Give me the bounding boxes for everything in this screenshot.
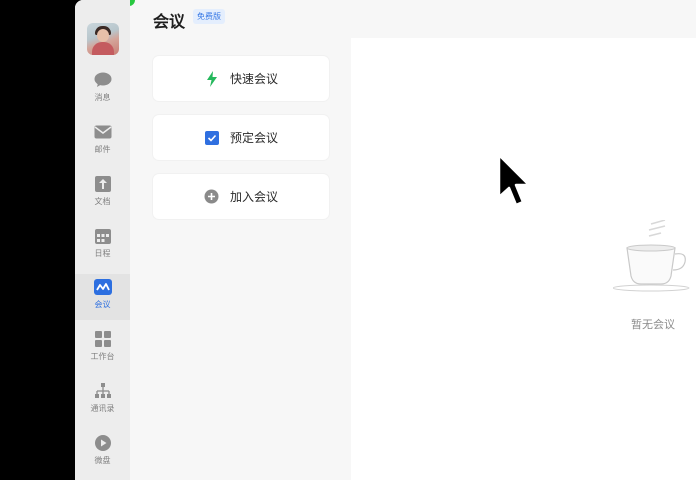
plus-circle-icon — [204, 189, 220, 205]
sidebar-item-label: 文档 — [94, 197, 111, 206]
drive-icon — [94, 434, 112, 452]
document-icon — [94, 175, 112, 193]
sidebar-item-label: 会议 — [94, 300, 111, 309]
sidebar-item-label: 邮件 — [94, 145, 111, 154]
lightning-icon — [204, 70, 220, 87]
sidebar-item-drive[interactable]: 微盘 — [75, 430, 130, 476]
sidebar-item-label: 微盘 — [94, 456, 111, 465]
contacts-icon — [94, 382, 112, 400]
meeting-list-panel: 暂无会议 — [351, 38, 696, 480]
quick-meeting-button[interactable]: 快速会议 — [153, 56, 329, 101]
checkbox-icon — [204, 130, 220, 146]
schedule-meeting-button[interactable]: 预定会议 — [153, 115, 329, 160]
sidebar-item-mail[interactable]: 邮件 — [75, 119, 130, 165]
quick-meeting-label: 快速会议 — [229, 72, 278, 86]
mail-icon — [94, 123, 112, 141]
empty-state-text: 暂无会议 — [631, 318, 675, 331]
mouse-cursor-icon — [497, 153, 533, 209]
sidebar-item-label: 工作台 — [90, 352, 115, 361]
sidebar-item-workbench[interactable]: 工作台 — [75, 326, 130, 372]
chat-bubble-icon — [94, 71, 112, 89]
schedule-meeting-label: 预定会议 — [229, 131, 278, 145]
app-window: 消息 邮件 文档 日程 会议 工作台 通讯录 微盘 会议 免费版 快速会议 预定… — [75, 0, 696, 480]
sidebar: 消息 邮件 文档 日程 会议 工作台 通讯录 微盘 — [75, 0, 130, 480]
sidebar-item-messages[interactable]: 消息 — [75, 67, 130, 113]
sidebar-item-label: 通讯录 — [90, 404, 115, 413]
calendar-icon — [94, 227, 112, 245]
empty-coffee-cup-icon — [612, 219, 696, 292]
page-title: 会议 — [153, 12, 186, 31]
avatar[interactable] — [87, 23, 119, 55]
meeting-icon — [93, 278, 112, 296]
sidebar-item-contacts[interactable]: 通讯录 — [75, 378, 130, 424]
sidebar-item-label: 日程 — [94, 249, 111, 258]
sidebar-item-label: 消息 — [94, 93, 111, 102]
join-meeting-button[interactable]: 加入会议 — [153, 174, 329, 219]
sidebar-item-calendar[interactable]: 日程 — [75, 223, 130, 269]
sidebar-item-meeting[interactable]: 会议 — [75, 274, 130, 320]
join-meeting-label: 加入会议 — [229, 190, 278, 204]
grid-icon — [94, 330, 112, 348]
sidebar-item-docs[interactable]: 文档 — [75, 171, 130, 217]
plan-badge: 免费版 — [193, 9, 225, 24]
